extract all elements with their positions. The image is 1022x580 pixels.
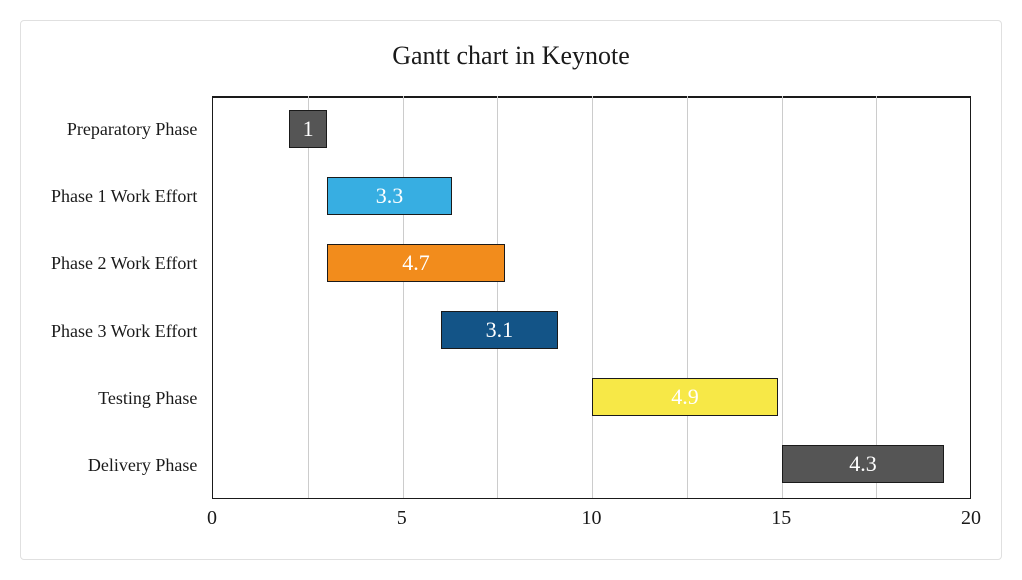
- bar-delivery: 4.3: [782, 445, 945, 483]
- x-axis: 0 5 10 15 20: [51, 507, 971, 532]
- bar-label: 4.9: [671, 384, 699, 410]
- bar-label: 4.3: [849, 451, 877, 477]
- chart-container: Gantt chart in Keynote Preparatory Phase…: [20, 20, 1002, 560]
- bar-phase2: 4.7: [327, 244, 505, 282]
- bar-row: 3.1: [213, 297, 971, 364]
- bar-preparatory: 1: [289, 110, 327, 148]
- y-axis-labels: Preparatory Phase Phase 1 Work Effort Ph…: [51, 96, 212, 499]
- x-tick-label: 5: [397, 507, 407, 530]
- bar-label: 3.1: [486, 317, 514, 343]
- y-label: Preparatory Phase: [51, 96, 197, 163]
- chart-title: Gantt chart in Keynote: [51, 41, 971, 71]
- x-tick-label: 0: [207, 507, 217, 530]
- y-label: Phase 1 Work Effort: [51, 163, 197, 230]
- y-label: Delivery Phase: [51, 432, 197, 499]
- bar-row: 4.7: [213, 230, 971, 297]
- bar-row: 4.3: [213, 431, 971, 498]
- bar-label: 4.7: [402, 250, 430, 276]
- bar-row: 4.9: [213, 364, 971, 431]
- y-label: Phase 2 Work Effort: [51, 230, 197, 297]
- bar-phase1: 3.3: [327, 177, 452, 215]
- x-axis-labels: 0 5 10 15 20: [212, 507, 971, 532]
- bars-container: 1 3.3 4.7 3.1: [213, 96, 971, 498]
- bar-row: 3.3: [213, 163, 971, 230]
- spacer: [51, 507, 212, 532]
- plot-area: 1 3.3 4.7 3.1: [212, 96, 971, 499]
- bar-label: 1: [303, 116, 314, 142]
- bar-label: 3.3: [376, 183, 404, 209]
- y-label: Testing Phase: [51, 365, 197, 432]
- bar-row: 1: [213, 96, 971, 163]
- bar-phase3: 3.1: [441, 311, 558, 349]
- x-tick-label: 15: [771, 507, 791, 530]
- bar-testing: 4.9: [592, 378, 778, 416]
- x-tick-label: 20: [961, 507, 981, 530]
- x-tick-label: 10: [582, 507, 602, 530]
- chart-body: Preparatory Phase Phase 1 Work Effort Ph…: [51, 96, 971, 499]
- y-label: Phase 3 Work Effort: [51, 297, 197, 364]
